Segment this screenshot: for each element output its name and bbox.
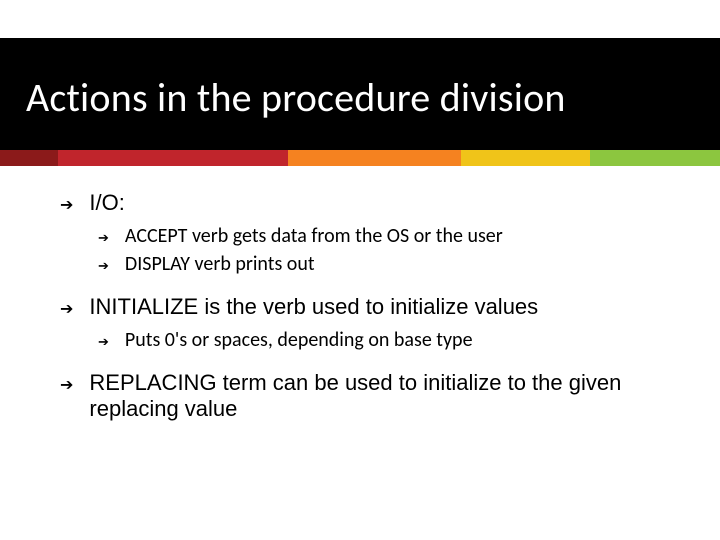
arrow-icon: ➔	[60, 375, 73, 395]
bullet-text: REPLACING term can be used to initialize…	[89, 370, 680, 422]
subbullet-text: DISPLAY verb prints out	[125, 252, 315, 276]
arrow-icon: ➔	[98, 334, 109, 350]
subbullet-display: ➔ DISPLAY verb prints out	[98, 252, 680, 276]
subbullet-text: ACCEPT verb gets data from the OS or the…	[125, 224, 503, 248]
bullet-text: INITIALIZE is the verb used to initializ…	[89, 294, 538, 320]
subbullet-accept: ➔ ACCEPT verb gets data from the OS or t…	[98, 224, 680, 248]
subbullet-puts-zeros: ➔ Puts 0's or spaces, depending on base …	[98, 328, 680, 352]
arrow-icon: ➔	[98, 230, 109, 246]
bullet-replacing: ➔ REPLACING term can be used to initiali…	[60, 370, 680, 422]
bullet-text: I/O:	[89, 190, 124, 216]
arrow-icon: ➔	[60, 195, 73, 215]
subbullet-text: Puts 0's or spaces, depending on base ty…	[125, 328, 473, 352]
arrow-icon: ➔	[60, 299, 73, 319]
bullet-initialize: ➔ INITIALIZE is the verb used to initial…	[60, 294, 680, 352]
slide-title: Actions in the procedure division	[26, 73, 566, 122]
accent-stripe	[0, 150, 720, 166]
slide-body: ➔ I/O: ➔ ACCEPT verb gets data from the …	[60, 190, 680, 440]
arrow-icon: ➔	[98, 258, 109, 274]
bullet-io: ➔ I/O: ➔ ACCEPT verb gets data from the …	[60, 190, 680, 276]
